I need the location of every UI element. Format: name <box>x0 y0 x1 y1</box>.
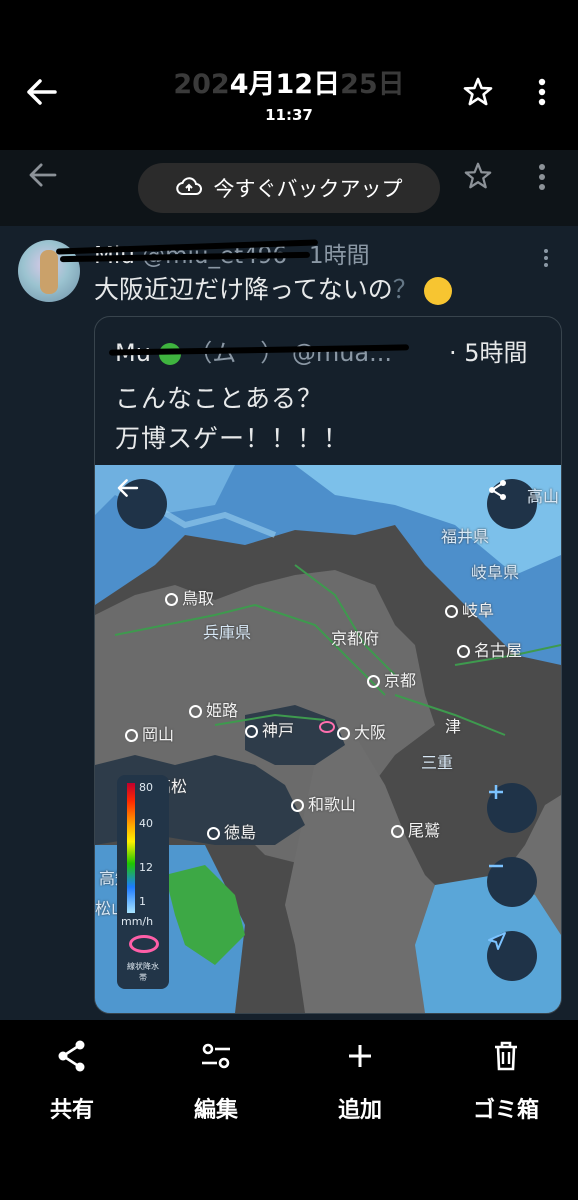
map-label-tsu: 津 <box>445 717 462 736</box>
share-label: 共有 <box>49 1098 94 1123</box>
share-button[interactable]: 共有 <box>12 1036 132 1124</box>
rain-radar-map: 福井県 高山 岐阜県 岐阜 名古屋 鳥取 兵庫県 京都府 京都 姫路 岡山 神戸… <box>95 465 561 1013</box>
add-label: 追加 <box>337 1098 382 1123</box>
map-label-takayama: 高山 <box>527 487 560 506</box>
more-vert-icon[interactable] <box>530 74 554 110</box>
zoom-in-icon <box>487 783 537 833</box>
quoted-tweet: Mu （ム ） @mua... · 5時間 こんなことある？ 万博スゲー！！！！ <box>94 316 562 1014</box>
tweet-more-icon <box>542 246 550 270</box>
map-label-okayama: 岡山 <box>125 721 174 745</box>
trash-button[interactable]: ゴミ箱 <box>446 1036 566 1124</box>
back-arrow-icon <box>26 160 60 190</box>
star-icon[interactable] <box>458 72 498 112</box>
map-label-kyoto: 京都 <box>367 667 416 691</box>
trash-label: ゴミ箱 <box>472 1098 539 1123</box>
app-bar: 2024月12日25日 11:37 <box>0 0 578 150</box>
map-label-mie: 三重 <box>421 753 454 772</box>
star-icon <box>460 158 496 194</box>
tweet-text: 大阪近辺だけ降ってないの？ <box>94 270 452 306</box>
rain-legend: 80 40 12 1 mm/h 線状降水帯 <box>117 775 169 989</box>
edit-button[interactable]: 編集 <box>156 1036 276 1124</box>
trash-icon <box>446 1036 566 1076</box>
map-label-tokushima: 徳島 <box>207 819 256 843</box>
map-label-gifu: 岐阜 <box>445 597 494 621</box>
map-label-tottori: 鳥取 <box>165 585 214 609</box>
map-label-wakayama: 和歌山 <box>291 791 356 815</box>
more-vert-icon <box>532 160 552 194</box>
edit-label: 編集 <box>193 1098 238 1123</box>
location-arrow-icon <box>487 931 537 981</box>
backup-label: 今すぐバックアップ <box>213 177 403 201</box>
map-label-owase: 尾鷲 <box>391 817 440 841</box>
map-label-nagoya: 名古屋 <box>457 637 522 661</box>
map-label-kyoto-pref: 京都府 <box>331 629 380 648</box>
quote-line-1: こんなことある？ <box>115 384 324 413</box>
map-label-hyogo: 兵庫県 <box>203 623 252 642</box>
map-label-kobe: 神戸 <box>245 717 294 741</box>
map-label-fukui: 福井県 <box>441 527 490 546</box>
plus-icon <box>300 1036 420 1076</box>
map-back-icon <box>117 479 167 529</box>
map-label-osaka: 大阪 <box>337 719 386 743</box>
backup-now-button[interactable]: 今すぐバックアップ <box>138 163 440 213</box>
quote-line-2: 万博スゲー！！！！ <box>115 424 350 453</box>
add-button[interactable]: 追加 <box>300 1036 420 1124</box>
map-label-gifu-pref: 岐阜県 <box>471 563 520 582</box>
cloud-upload-icon <box>175 176 202 201</box>
share-icon <box>12 1036 132 1076</box>
map-label-himeji: 姫路 <box>189 697 238 721</box>
thinking-face-icon <box>423 277 452 305</box>
expo-ring-marker <box>319 721 335 733</box>
tune-icon <box>156 1036 276 1076</box>
zoom-out-icon <box>487 857 537 907</box>
